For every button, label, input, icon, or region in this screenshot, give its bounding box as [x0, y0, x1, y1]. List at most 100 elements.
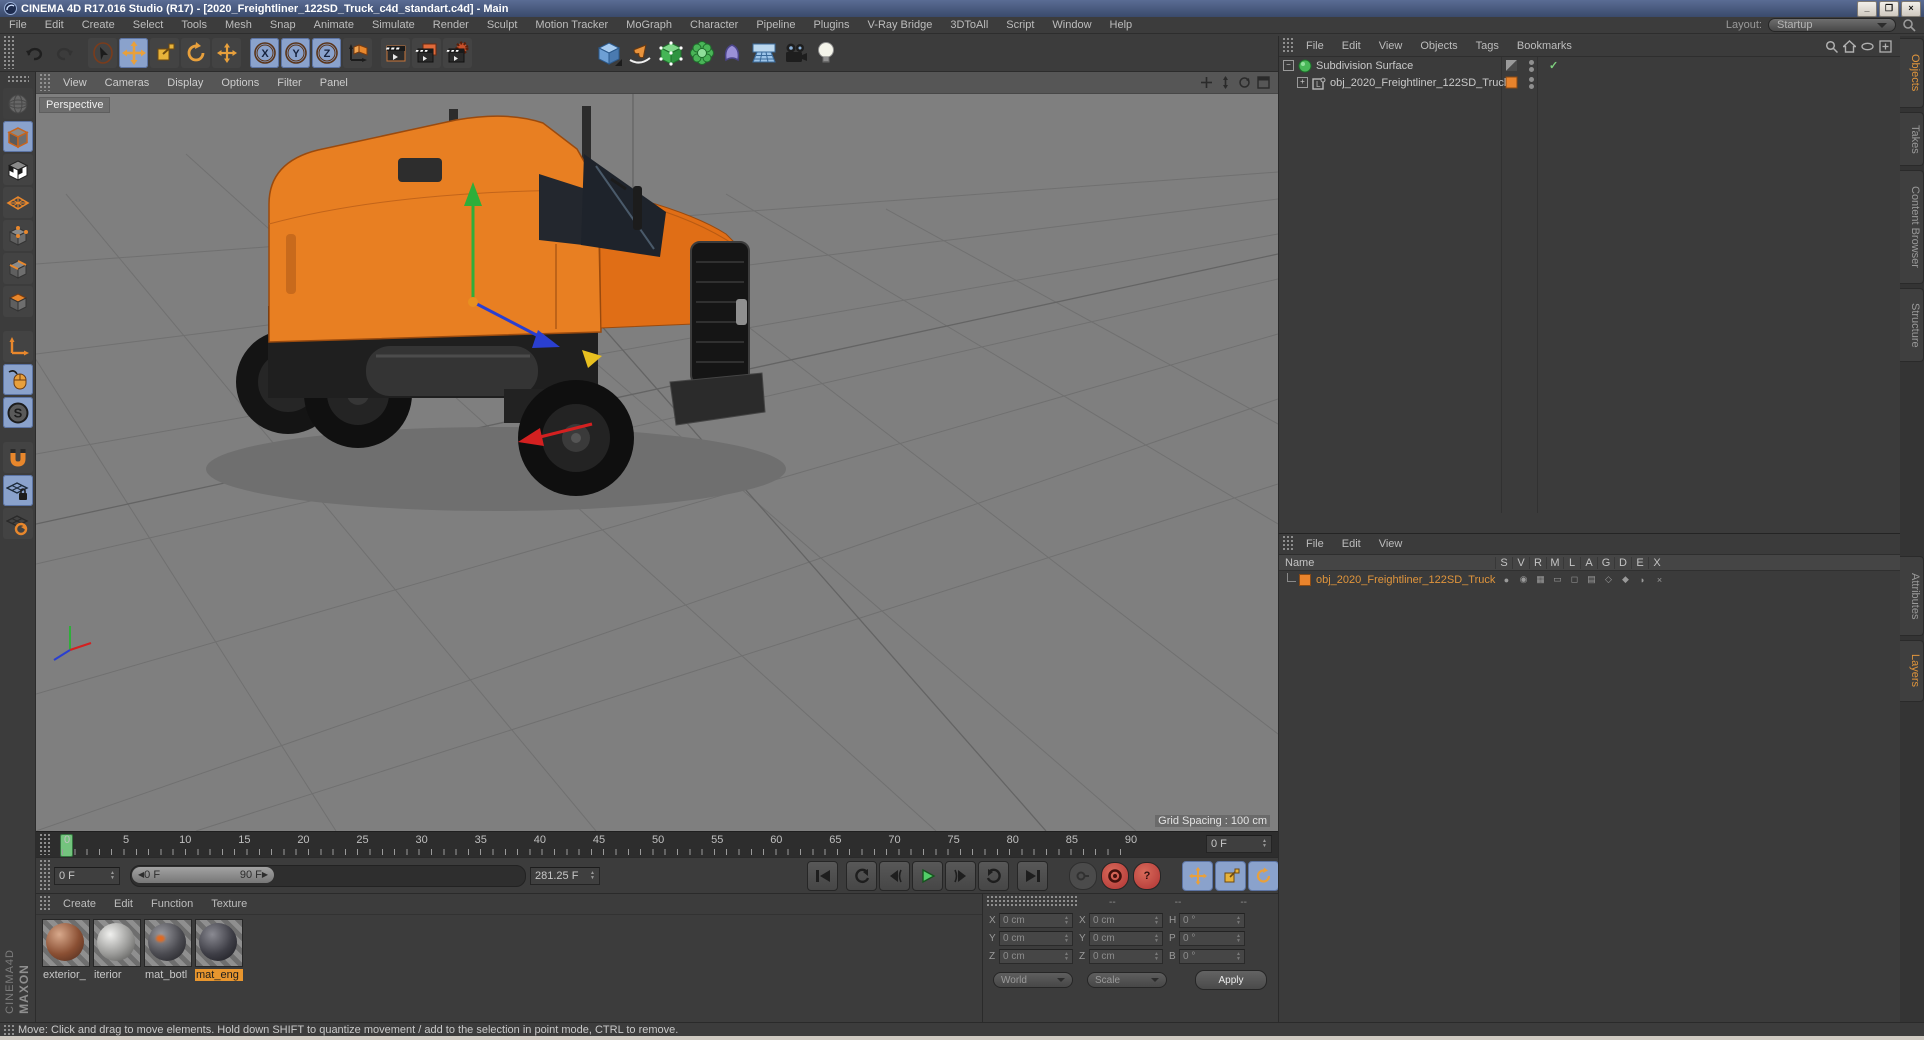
key-rotation-button[interactable] — [1248, 860, 1279, 891]
render-icon[interactable]: ▦ — [1532, 574, 1549, 585]
manager-icon[interactable]: ▭ — [1549, 574, 1566, 585]
col-x[interactable]: X — [1648, 556, 1665, 569]
om-menu-file[interactable]: File — [1297, 40, 1333, 52]
tab-structure[interactable]: Structure — [1900, 288, 1924, 362]
material-menu-grip[interactable] — [38, 896, 50, 912]
rot-h-field[interactable]: 0 ° ▲ ▼ — [1179, 913, 1245, 928]
size-x-field[interactable]: 0 cm ▲ ▼ — [1089, 913, 1163, 928]
polygons-mode-button[interactable] — [2, 286, 33, 317]
viewport-rotate-icon[interactable] — [1238, 76, 1251, 89]
rotate-tool-button[interactable] — [181, 37, 210, 68]
col-d[interactable]: D — [1614, 556, 1631, 569]
points-mode-button[interactable] — [2, 220, 33, 251]
camera-button[interactable] — [780, 38, 809, 68]
material-item[interactable]: iterior — [93, 919, 141, 981]
render-picture-viewer-button[interactable] — [412, 37, 441, 68]
om-menu-edit[interactable]: Edit — [1333, 40, 1370, 52]
spinner-icon[interactable]: ▲ ▼ — [110, 870, 115, 881]
last-tool-button[interactable] — [212, 37, 241, 68]
key-scale-button[interactable] — [1215, 860, 1246, 891]
om-add-panel-icon[interactable] — [1879, 39, 1892, 53]
material-label[interactable]: mat_eng — [195, 969, 243, 981]
perspective-viewport[interactable]: Perspective Grid Spacing : 100 cm — [36, 94, 1278, 831]
spinner-icon[interactable]: ▲ ▼ — [1154, 951, 1159, 962]
tab-content-browser[interactable]: Content Browser — [1900, 170, 1924, 284]
vp-menu-display[interactable]: Display — [158, 77, 212, 89]
next-frame-button[interactable] — [945, 860, 976, 891]
pos-y-field[interactable]: 0 cm ▲ ▼ — [999, 931, 1073, 946]
leftbar-grip[interactable] — [6, 75, 29, 83]
pos-z-field[interactable]: 0 cm ▲ ▼ — [999, 949, 1073, 964]
size-y-field[interactable]: 0 cm ▲ ▼ — [1089, 931, 1163, 946]
col-a[interactable]: A — [1580, 556, 1597, 569]
menu-snap[interactable]: Snap — [261, 19, 305, 31]
lm-grip[interactable] — [1281, 536, 1293, 552]
tab-objects[interactable]: Objects — [1900, 38, 1924, 108]
record-key-button[interactable] — [1069, 861, 1097, 890]
environment-button[interactable] — [749, 38, 778, 68]
spline-pen-button[interactable] — [625, 38, 654, 68]
menu-plugins[interactable]: Plugins — [804, 19, 858, 31]
ruler-grip[interactable] — [38, 834, 50, 855]
status-grip[interactable] — [2, 1025, 14, 1035]
spinner-icon[interactable]: ▲ ▼ — [1064, 933, 1069, 944]
object-name[interactable]: Subdivision Surface — [1316, 60, 1413, 72]
size-z-field[interactable]: 0 cm ▲ ▼ — [1089, 949, 1163, 964]
xref-icon[interactable]: × — [1651, 575, 1668, 585]
render-view-button[interactable] — [381, 37, 410, 68]
layout-dropdown[interactable]: Startup — [1768, 18, 1896, 32]
frame-spinner-field[interactable]: 0 F ▲ ▼ — [54, 866, 120, 885]
next-key-button[interactable] — [978, 860, 1009, 891]
vp-menu-options[interactable]: Options — [212, 77, 268, 89]
material-label[interactable]: iterior — [93, 969, 141, 981]
redo-button[interactable] — [50, 38, 79, 68]
play-button[interactable] — [912, 860, 943, 891]
menu-vray-bridge[interactable]: V-Ray Bridge — [859, 19, 942, 31]
vp-menu-cameras[interactable]: Cameras — [96, 77, 159, 89]
col-l[interactable]: L — [1563, 556, 1580, 569]
rot-b-field[interactable]: 0 ° ▲ ▼ — [1179, 949, 1245, 964]
spinner-icon[interactable]: ▲ ▼ — [1064, 915, 1069, 926]
solo-icon[interactable]: ● — [1498, 575, 1515, 585]
mograph-cloner-button[interactable] — [687, 38, 716, 68]
layout-search-icon[interactable] — [1902, 18, 1916, 32]
range-slider-thumb[interactable]: ◀ 0 F 90 F ▶ — [132, 866, 274, 883]
object-row-truck[interactable]: + L obj_2020_Freightliner_122SD_Truck — [1279, 74, 1900, 91]
scale-tool-button[interactable] — [150, 37, 179, 68]
object-name[interactable]: obj_2020_Freightliner_122SD_Truck — [1330, 77, 1509, 89]
ruler-track[interactable]: 0 5 10 15 20 25 30 35 40 45 50 55 60 65 70 75 80 85 90 — [54, 832, 1200, 857]
menu-animate[interactable]: Animate — [305, 19, 363, 31]
frame-rate-field[interactable]: 281.25 F ▲ ▼ — [530, 866, 600, 885]
material-label[interactable]: exterior_ — [42, 969, 90, 981]
coordinate-system-button[interactable] — [343, 37, 372, 68]
col-v[interactable]: V — [1512, 556, 1529, 569]
lock-y-axis-button[interactable]: Y — [281, 37, 310, 68]
mat-menu-texture[interactable]: Texture — [202, 898, 256, 910]
layer-object-name[interactable]: obj_2020_Freightliner_122SD_Truck — [1316, 574, 1498, 586]
transform-mode-dropdown[interactable]: Scale — [1087, 972, 1167, 988]
transport-grip[interactable] — [38, 860, 50, 891]
material-label[interactable]: mat_botl — [144, 969, 192, 981]
menu-pipeline[interactable]: Pipeline — [747, 19, 804, 31]
lock-icon[interactable]: ◻ — [1566, 574, 1583, 585]
layer-row-truck[interactable]: obj_2020_Freightliner_122SD_Truck ● ◉ ▦ … — [1279, 571, 1900, 588]
col-e[interactable]: E — [1631, 556, 1648, 569]
enabled-toggle-icon[interactable] — [1505, 59, 1518, 72]
previous-frame-button[interactable] — [879, 860, 910, 891]
lock-x-axis-button[interactable]: X — [250, 37, 279, 68]
object-row-subdivision[interactable]: − Subdivision Surface ✓ — [1279, 57, 1900, 74]
autokey-button[interactable] — [1101, 861, 1129, 890]
lock-z-axis-button[interactable]: Z — [312, 37, 341, 68]
menu-file[interactable]: File — [0, 19, 36, 31]
col-g[interactable]: G — [1597, 556, 1614, 569]
mat-menu-function[interactable]: Function — [142, 898, 202, 910]
animation-icon[interactable]: ▤ — [1583, 574, 1600, 585]
visibility-dots-icon[interactable] — [1529, 76, 1534, 89]
spinner-icon[interactable]: ▲ ▼ — [1154, 933, 1159, 944]
edges-mode-button[interactable] — [2, 253, 33, 284]
lm-menu-view[interactable]: View — [1370, 538, 1412, 550]
range-right-arrow-icon[interactable]: ▶ — [262, 870, 268, 879]
tab-layers[interactable]: Layers — [1900, 640, 1924, 702]
spinner-icon[interactable]: ▲ ▼ — [1262, 839, 1267, 849]
spinner-icon[interactable]: ▲ ▼ — [1236, 915, 1241, 926]
